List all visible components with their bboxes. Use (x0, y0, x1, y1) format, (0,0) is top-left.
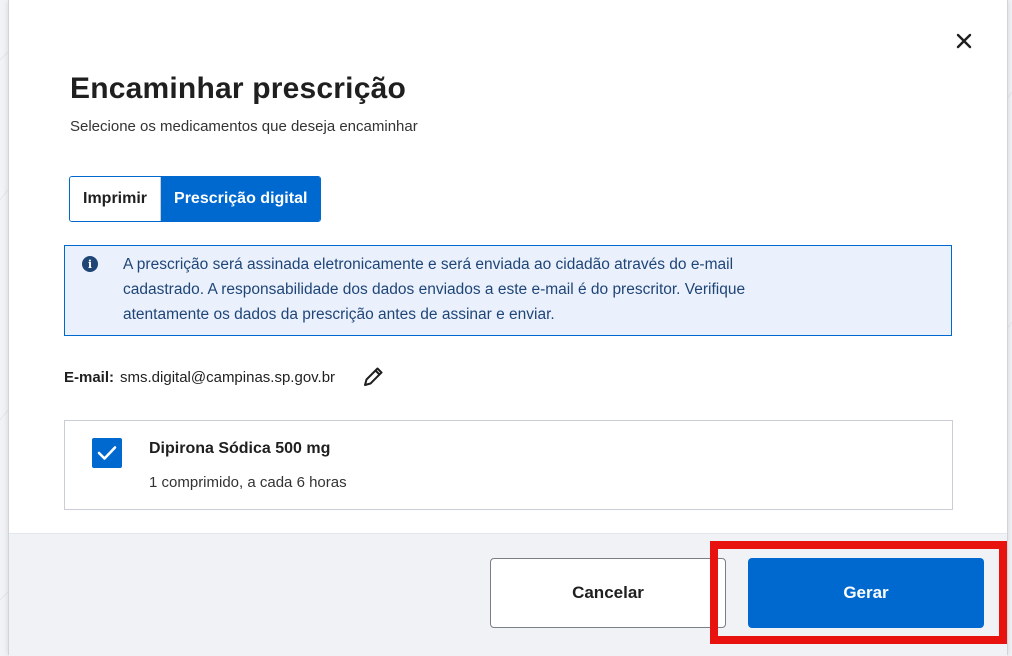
dialog-footer: Cancelar Gerar (9, 533, 1007, 656)
delivery-mode-toggle: Imprimir Prescrição digital (69, 176, 322, 222)
generate-button[interactable]: Gerar (748, 558, 984, 628)
cancel-button[interactable]: Cancelar (490, 558, 726, 628)
dialog-title: Encaminhar prescrição (70, 72, 407, 105)
email-label: E-mail: (64, 368, 115, 386)
medication-name: Dipirona Sódica 500 mg (149, 440, 331, 457)
email-row: E-mail: sms.digital@campinas.sp.gov.br (64, 363, 387, 391)
close-icon (956, 33, 972, 49)
pencil-icon (364, 367, 383, 386)
toggle-option-digital-prescription[interactable]: Prescrição digital (161, 177, 321, 221)
info-line: A prescrição será assinada eletronicamen… (123, 256, 734, 273)
medication-dosage: 1 comprimido, a cada 6 horas (149, 474, 347, 491)
checkmark-icon (97, 446, 117, 460)
email-value: sms.digital@campinas.sp.gov.br (120, 368, 336, 386)
info-alert: i A prescrição será assinada eletronicam… (64, 245, 952, 336)
edit-email-button[interactable] (359, 363, 387, 391)
info-icon: i (82, 256, 98, 272)
info-line: atentamente os dados da prescrição antes… (123, 306, 555, 323)
prescription-dialog: Encaminhar prescrição Selecione os medic… (8, 0, 1008, 656)
dialog-subtitle: Selecione os medicamentos que deseja enc… (70, 118, 418, 135)
medication-item[interactable]: Dipirona Sódica 500 mg 1 comprimido, a c… (64, 420, 953, 510)
medication-checkbox[interactable] (92, 438, 122, 468)
close-button[interactable] (951, 28, 977, 54)
toggle-option-print[interactable]: Imprimir (70, 177, 162, 221)
info-line: cadastrado. A responsabilidade dos dados… (123, 281, 746, 298)
